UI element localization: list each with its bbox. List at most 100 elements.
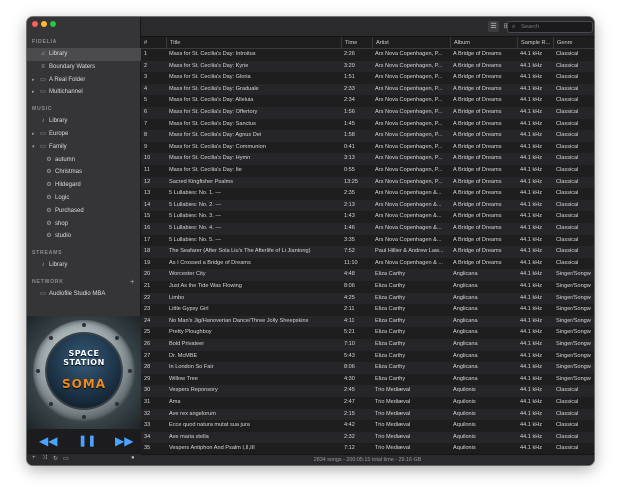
column-header-album[interactable]: Album (450, 37, 518, 49)
sidebar-item-studio[interactable]: ⚙ studio (27, 230, 141, 243)
disclosure-closed-icon[interactable]: ▸ (32, 86, 35, 99)
table-row[interactable]: 3 Mass for St. Cecilia's Day: Gloria 1:51 A… (141, 72, 594, 84)
table-row[interactable]: 32 Ave rex angelorum 2:15 Trio Mediæval Aqui… (141, 408, 594, 421)
table-row[interactable]: 22 Limbo 4:25 Eliza Carthy Anglicana 44.1 kHz… (141, 292, 594, 305)
sidebar-item-library[interactable]: ♪ Library (27, 115, 141, 128)
volume-dot-icon[interactable]: ● (131, 455, 135, 461)
sidebar-item-library[interactable]: ♪ Library (27, 259, 141, 272)
cell-genre: Singer/Songw (556, 283, 591, 289)
cell-time: 2:11 (344, 306, 355, 313)
cell-album: Anglicana (453, 375, 478, 382)
table-row[interactable]: 8 Mass for St. Cecilia's Day: Agnus Dei 1:… (141, 130, 594, 142)
sidebar-item-label: Hildegard (55, 182, 81, 189)
table-row[interactable]: 23 Little Gypsy Girl 2:11 Eliza Carthy Angli… (141, 304, 594, 316)
sidebar-item-autumn[interactable]: ⚙ autumn (27, 154, 141, 167)
minimize-window-button[interactable] (41, 21, 47, 27)
sidebar-item-christmas[interactable]: ⚙ Christmas (27, 166, 141, 179)
cell-track-number: 26 (144, 341, 151, 347)
cell-time: 4:11 (344, 317, 355, 324)
column-header-genre[interactable]: Genre (553, 37, 594, 49)
sidebar-section-title: STREAMS (32, 250, 63, 257)
folder-icon: ▭ (40, 143, 46, 150)
close-window-button[interactable] (32, 21, 38, 27)
cell-album: Aquilonis (453, 399, 476, 405)
table-row[interactable]: 15 5 Lullabies: No. 3. — 1:43 Ars Nova Cope… (141, 211, 594, 223)
cell-time: 2:13 (344, 201, 355, 208)
cell-genre: Classical (556, 167, 579, 173)
column-header-track-number[interactable]: # (144, 37, 168, 49)
cell-sample-rate: 44.1 kHz (520, 341, 543, 347)
table-row[interactable]: 27 Dr. McMBE 5:43 Eliza Carthy Anglicana 44.1… (141, 351, 594, 363)
add-network-icon[interactable]: + (130, 277, 135, 288)
column-header-sample-rate[interactable]: Sample R... (517, 37, 554, 49)
sidebar-item-library[interactable]: ♫ Library (27, 48, 141, 61)
column-header-artist[interactable]: Artist (372, 37, 451, 49)
zoom-window-button[interactable] (50, 21, 56, 27)
table-row[interactable]: 24 No Man's Jig/Hanoverian Dance/Three Jo… (141, 315, 594, 328)
sidebar-item-shop[interactable]: ⚙ shop (27, 218, 141, 231)
table-row[interactable]: 35 Vespers Antiphon And Psalm I,II,III 7:1… (141, 443, 594, 454)
cell-title: 5 Lullabies: No. 5. — (169, 236, 221, 243)
airplay-icon[interactable]: ▭ (63, 455, 69, 462)
cell-title: Willow Tree (169, 375, 198, 382)
table-row[interactable]: 6 Mass for St. Cecilia's Day: Offertory 1:… (141, 107, 594, 119)
table-row[interactable]: 29 Willow Tree 4:30 Eliza Carthy Anglicana 44… (141, 374, 594, 386)
next-track-button[interactable]: ▶▶ (115, 434, 133, 448)
sidebar-item-logic[interactable]: ⚙ Logic (27, 192, 141, 205)
table-row[interactable]: 33 Ecce quod natura mutat sua jura 4:42 Tri… (141, 420, 594, 432)
table-row[interactable]: 1 Mass for St. Cecilia's Day: Introitus 2:… (141, 49, 594, 61)
play-pause-button[interactable]: ❚❚ (78, 434, 96, 448)
table-row[interactable]: 7 Mass for St. Cecilia's Day: Sanctus 1:45… (141, 119, 594, 131)
repeat-icon[interactable]: ↻ (53, 455, 58, 462)
table-row[interactable]: 30 Vespers Reponsory 2:45 Trio Mediæval Aqui… (141, 385, 594, 397)
list-view-icon[interactable]: ☰ (488, 21, 499, 32)
table-row[interactable]: 10 Mass for St. Cecilia's Day: Hymn 3:13 Ar… (141, 153, 594, 165)
sidebar-item-a-real-folder[interactable]: ▸ ▭ A Real Folder (27, 74, 141, 87)
column-header-time[interactable]: Time (341, 37, 374, 49)
disclosure-closed-icon[interactable]: ▸ (32, 128, 35, 141)
album-artwork[interactable]: SPACE STATION SOMA (27, 316, 141, 429)
table-row[interactable]: 18 The Seafarer (After Sola Liu's The Aft… (141, 246, 594, 258)
table-row[interactable]: 34 Ave maria stella 2:32 Trio Mediæval Aquil… (141, 431, 594, 444)
table-row[interactable]: 31 Ama 2:47 Trio Mediæval Aquilonis 44.1 kHz C… (141, 397, 594, 409)
table-row[interactable]: 9 Mass for St. Cecilia's Day: Communion 0:… (141, 142, 594, 154)
table-row[interactable]: 12 Sacred Kingfisher Psalms 13:25 Ars Nova … (141, 176, 594, 189)
table-row[interactable]: 26 Bold Privateer 7:10 Eliza Carthy Anglican… (141, 339, 594, 351)
sidebar-item-multichannel[interactable]: ▸ ▭ Multichannel (27, 86, 141, 99)
column-header-title[interactable]: Title (166, 37, 341, 49)
table-row[interactable]: 20 Worcester City 4:48 Eliza Carthy Anglican… (141, 269, 594, 281)
table-row[interactable]: 19 As I Crossed a Bridge of Dreams 11:10 Ar… (141, 258, 594, 270)
table-row[interactable]: 4 Mass for St. Cecilia's Day: Graduale 2:3… (141, 83, 594, 96)
previous-track-button[interactable]: ◀◀ (39, 434, 57, 448)
table-row[interactable]: 28 In London So Fair 8:06 Eliza Carthy Angli… (141, 362, 594, 374)
sidebar-item-europe[interactable]: ▸ ▭ Europe (27, 128, 141, 141)
cell-artist: Ars Nova Copenhagen, P... (375, 155, 443, 162)
disclosure-closed-icon[interactable]: ▸ (32, 74, 35, 87)
smart-playlist-icon: ⚙ (46, 220, 52, 227)
folder-icon: ▭ (40, 76, 46, 83)
disclosure-open-icon[interactable]: ▾ (32, 141, 35, 154)
sidebar-item-label: Library (49, 51, 68, 57)
add-icon[interactable]: + (32, 455, 36, 461)
cell-track-number: 30 (144, 387, 151, 394)
cell-track-number: 29 (144, 375, 151, 382)
cell-track-number: 33 (144, 422, 151, 429)
table-row[interactable]: 25 Pretty Ploughboy 5:21 Eliza Carthy Anglic… (141, 327, 594, 339)
table-row[interactable]: 2 Mass for St. Cecilia's Day: Kyrie 3:29 Ar… (141, 60, 594, 73)
cell-time: 7:10 (344, 341, 355, 347)
table-row[interactable]: 11 Mass for St. Cecilia's Day: Ite 0:55 Ars… (141, 165, 594, 177)
sidebar-item-boundary-waters[interactable]: ≡ Boundary Waters (27, 61, 141, 74)
table-row[interactable]: 13 5 Lullabies: No. 1. — 2:35 Ars Nova Cope… (141, 188, 594, 200)
sidebar-item-audiofile-studio-mba[interactable]: ▭ Audiofile Studio MBA (27, 288, 141, 301)
table-row[interactable]: 16 5 Lullabies: No. 4. — 1:46 Ars Nova Cope… (141, 223, 594, 235)
sidebar-item-family[interactable]: ▾ ▭ Family (27, 141, 141, 154)
table-row[interactable]: 17 5 Lullabies: No. 5. — 3:35 Ars Nova Cope… (141, 235, 594, 247)
cell-title: As I Crossed a Bridge of Dreams (169, 259, 251, 266)
table-row[interactable]: 14 5 Lullabies: No. 2. — 2:13 Ars Nova Cope… (141, 199, 594, 212)
table-row[interactable]: 5 Mass for St. Cecilia's Day: Alleluia 2:3… (141, 95, 594, 107)
search-field[interactable]: ⌕ Search (507, 21, 593, 33)
sidebar-item-purchased[interactable]: ⚙ Purchased (27, 205, 141, 218)
table-row[interactable]: 21 Just As the Tide Was Flowing 8:06 Eliza … (141, 281, 594, 293)
sidebar-item-hildegard[interactable]: ⚙ Hildegard (27, 179, 141, 192)
shuffle-icon[interactable]: ⤨ (42, 455, 47, 462)
